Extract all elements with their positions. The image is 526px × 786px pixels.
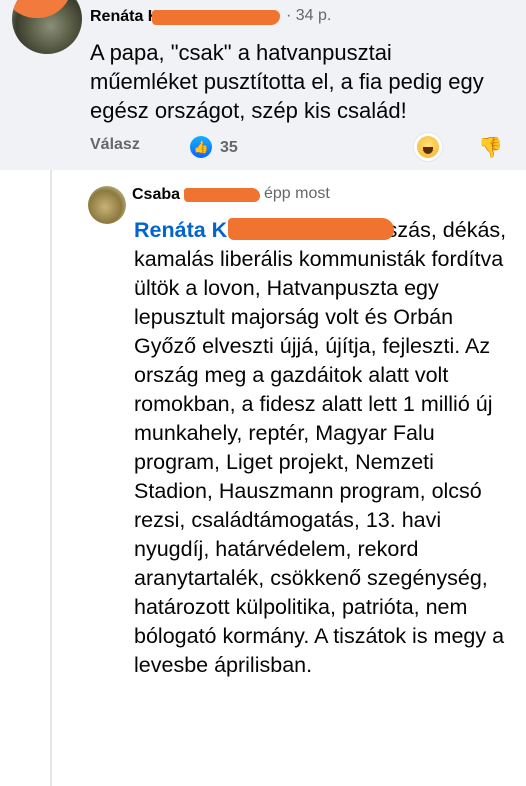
avatar[interactable] [88, 186, 126, 224]
reply-text: Ti tiszás, dékás, kamalás liberális komm… [134, 218, 507, 677]
haha-icon[interactable] [414, 133, 442, 161]
comment-text: A papa, "csak" a hatvanpusztai műemléket… [90, 40, 484, 123]
reply-text-block: Renáta K Ti tiszás, dékás, kamalás liber… [134, 216, 514, 680]
reply-button[interactable]: Válasz [90, 136, 140, 154]
like-icon[interactable]: 👍 [190, 136, 212, 158]
reply-author[interactable]: Csaba [132, 186, 180, 204]
redaction-mark [12, 0, 72, 18]
avatar[interactable] [12, 0, 82, 54]
reply-timestamp[interactable]: épp most [264, 185, 330, 203]
dislike-icon[interactable]: 👎 [478, 136, 503, 160]
like-count[interactable]: 35 [220, 139, 238, 157]
comment-timestamp[interactable]: · 34 p. [286, 7, 331, 25]
mention-link[interactable]: Renáta K [134, 218, 227, 242]
comment-author[interactable]: Renáta K [90, 8, 159, 26]
redaction-mark [184, 188, 260, 202]
comment-block: Renáta K · 34 p. A papa, "csak" a hatvan… [0, 0, 526, 170]
redaction-mark [152, 10, 280, 25]
redaction-mark [228, 218, 394, 240]
thread-line [50, 170, 52, 786]
haha-face [417, 136, 439, 158]
